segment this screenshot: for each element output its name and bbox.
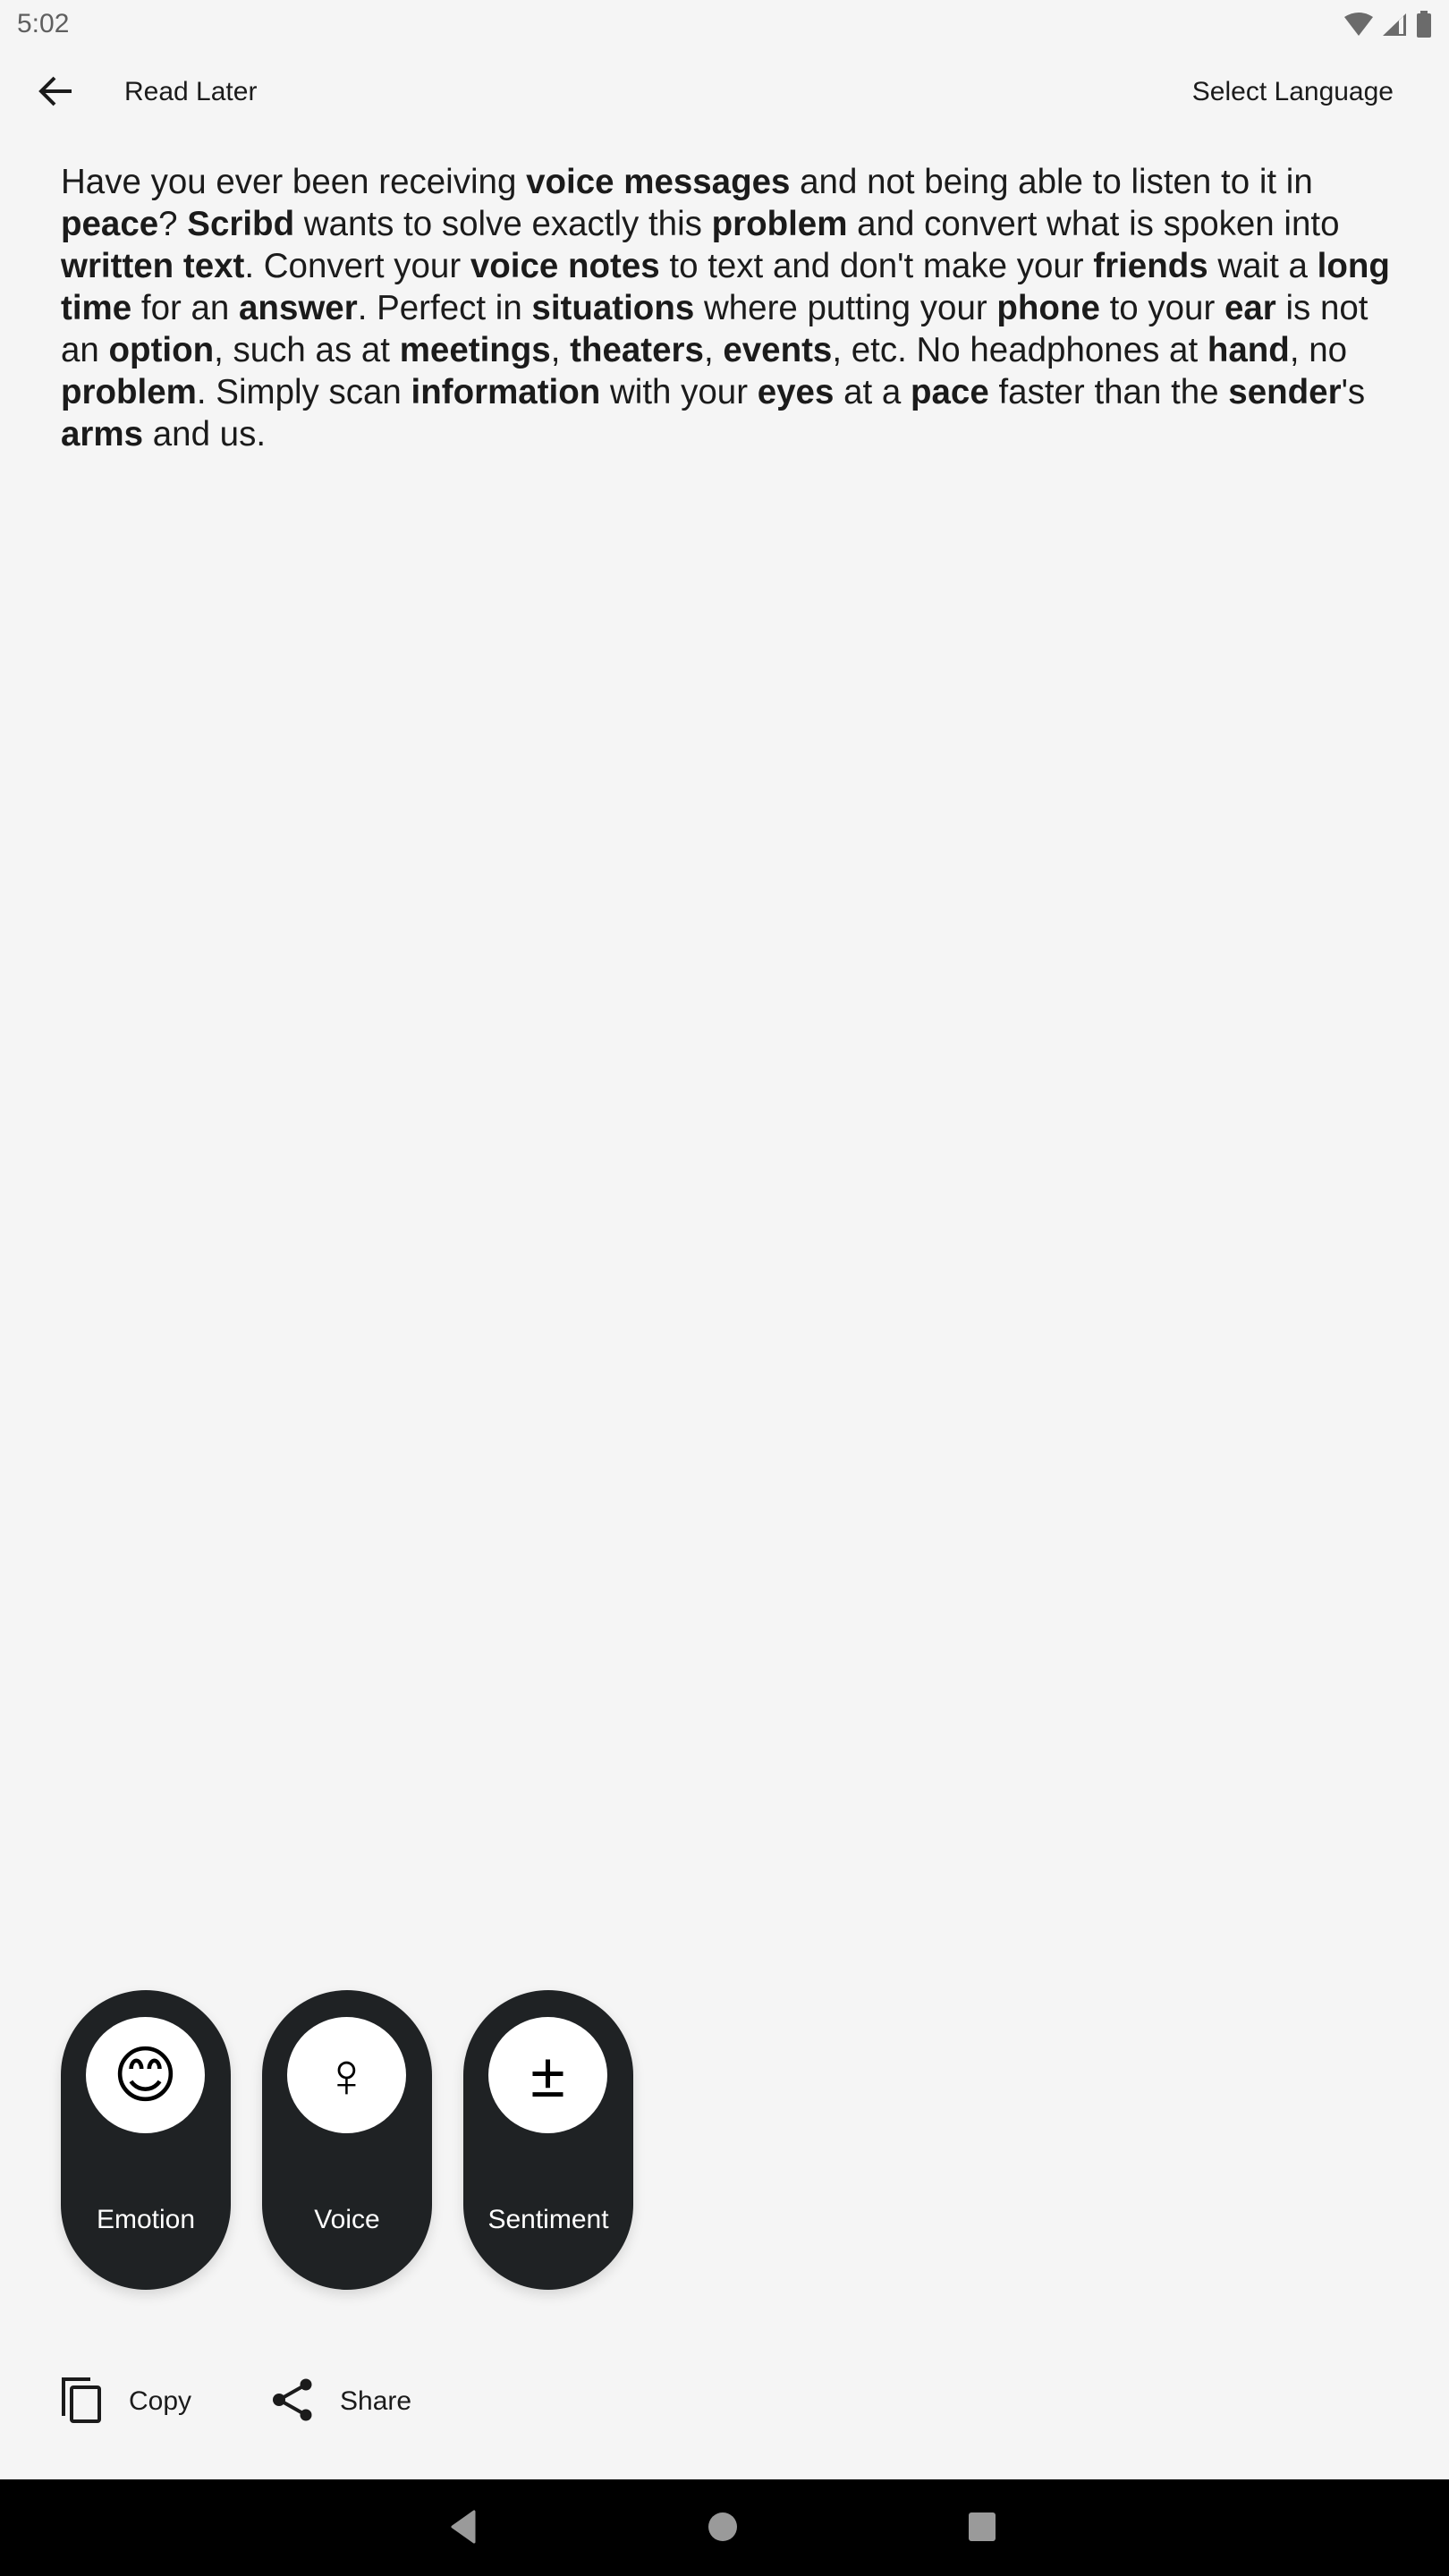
bold-keyword: peace [61,205,159,243]
bold-keyword: situations [531,289,695,327]
nav-back-button[interactable] [441,2506,486,2551]
bold-keyword: hand [1207,331,1290,369]
bold-keyword: ear [1224,289,1276,327]
bold-keyword: voice messages [526,163,791,201]
cellular-signal-icon [1381,12,1408,41]
bold-keyword: pace [911,373,989,411]
voice-label: Voice [314,2205,380,2234]
toolbar: Read Later Select Language [0,50,1449,136]
share-icon [272,2378,313,2426]
bold-keyword: voice notes [470,247,660,285]
bold-keyword: answer [239,289,358,327]
bold-keyword: meetings [399,331,551,369]
share-button[interactable]: Share [272,2375,411,2428]
bold-keyword: sender [1228,373,1342,411]
copy-button[interactable]: Copy [61,2375,191,2428]
bold-keyword: problem [711,205,848,243]
share-label: Share [340,2386,412,2416]
recents-square-icon [968,2512,996,2546]
arrow-left-icon [38,75,73,112]
status-bar: 5:02 [0,0,1449,50]
bold-keyword: theaters [570,331,704,369]
status-icons [1343,11,1433,42]
bold-keyword: Scribd [187,205,295,243]
system-nav-bar [0,2479,1449,2576]
plus-minus-icon: ± [488,2017,607,2133]
select-language-button[interactable]: Select Language [1192,77,1394,107]
home-circle-icon [708,2512,738,2546]
back-triangle-icon [450,2510,477,2548]
transcribed-text: Have you ever been receiving voice messa… [61,163,1390,453]
bold-keyword: problem [61,373,197,411]
analysis-buttons: 😊 Emotion ♀ Voice ± Sentiment [61,1990,633,2290]
bold-keyword: information [411,373,601,411]
wifi-icon [1343,12,1374,41]
copy-icon [61,2377,102,2428]
bold-keyword: phone [996,289,1100,327]
voice-button[interactable]: ♀ Voice [262,1990,432,2290]
back-button[interactable] [32,70,79,116]
action-row: Copy Share [61,2375,411,2428]
bold-keyword: written text [61,247,245,285]
nav-home-button[interactable] [700,2506,745,2551]
bold-keyword: arms [61,415,144,453]
nav-recents-button[interactable] [960,2506,1004,2551]
female-symbol-icon: ♀ [287,2017,406,2133]
bold-keyword: friends [1093,247,1208,285]
emotion-button[interactable]: 😊 Emotion [61,1990,231,2290]
bold-keyword: option [108,331,215,369]
page-title: Read Later [124,77,258,106]
bold-keyword: eyes [757,373,835,411]
status-time: 5:02 [17,9,70,38]
battery-icon [1415,11,1433,42]
smiling-face-emoji-icon: 😊 [86,2017,205,2133]
sentiment-button[interactable]: ± Sentiment [463,1990,633,2290]
bold-keyword: events [723,331,833,369]
sentiment-label: Sentiment [487,2205,609,2234]
copy-label: Copy [129,2386,192,2416]
emotion-label: Emotion [96,2205,196,2234]
